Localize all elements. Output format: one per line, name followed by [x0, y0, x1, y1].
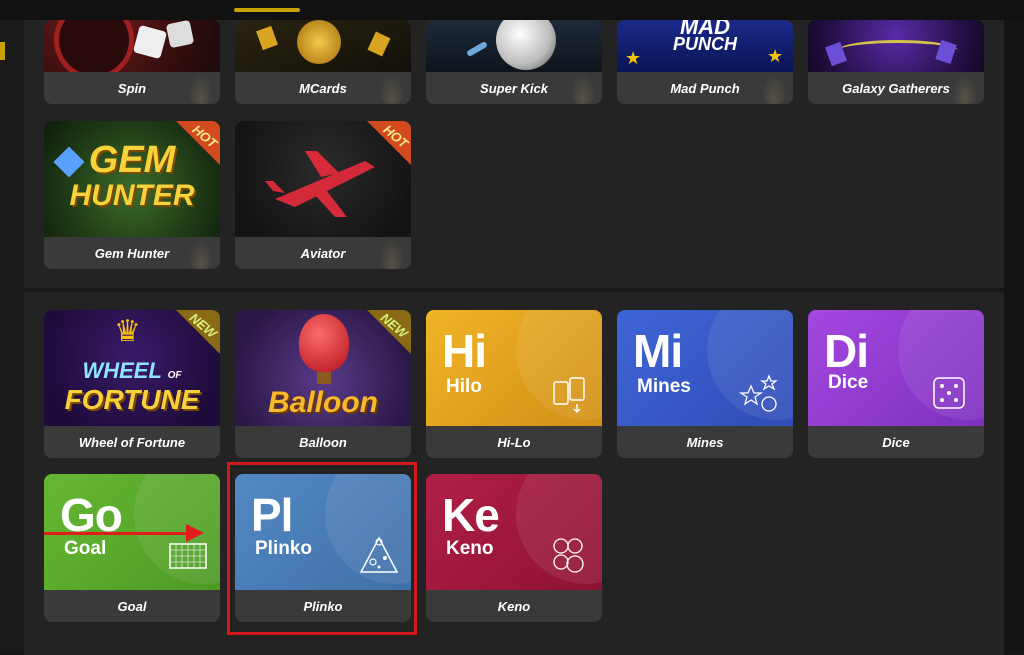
hi-lo-abbr: Hi	[442, 325, 487, 377]
game-card-super-kick[interactable]: Super Kick	[426, 20, 602, 104]
aviator-art: HOT	[235, 121, 411, 237]
keno-abbr: Ke	[442, 489, 500, 541]
flame-icon	[952, 74, 978, 104]
super-kick-art	[426, 20, 602, 72]
game-card-hi-lo[interactable]: Hi Hilo Hi-Lo	[426, 310, 602, 458]
keno-name: Keno	[446, 538, 494, 559]
gold-coins-icon	[297, 20, 341, 64]
wheel-logo-word: WHEEL	[82, 358, 162, 383]
rocket-icon	[465, 40, 489, 58]
keno-art: Ke Keno	[426, 474, 602, 590]
flame-icon	[379, 239, 405, 269]
balloon-logo: Balloon	[268, 386, 378, 419]
game-card-gem-hunter[interactable]: GEM HUNTER HOT Gem Hunter	[44, 121, 220, 269]
game-card-balloon[interactable]: Balloon NEW Balloon	[235, 310, 411, 458]
hot-air-balloon-icon	[299, 314, 349, 372]
game-card-mad-punch[interactable]: MAD PUNCH ★ ★ Mad Punch	[617, 20, 793, 104]
mines-abbr: Mi	[633, 325, 683, 377]
mines-name: Mines	[637, 376, 691, 397]
crown-icon: ♛	[114, 315, 141, 348]
mcards-art	[235, 20, 411, 72]
flame-icon	[761, 74, 787, 104]
game-card-wheel-of-fortune[interactable]: ♛ WHEEL OF FORTUNE NEW Wheel of Fortune	[44, 310, 220, 458]
hilo-cards-icon	[553, 377, 585, 414]
flame-icon	[188, 239, 214, 269]
mines-stars-icon	[739, 374, 778, 412]
spin-art	[44, 20, 220, 72]
game-card-goal[interactable]: Go Goal Goal	[44, 474, 220, 622]
gem-hunter-art: GEM HUNTER HOT	[44, 121, 220, 237]
card-icon	[367, 31, 391, 57]
game-card-label: Goal	[44, 590, 220, 622]
hi-lo-art: Hi Hilo	[426, 310, 602, 426]
top-navigation-bar	[0, 0, 1024, 20]
wheel-logo: WHEEL OF	[44, 358, 220, 384]
plinko-abbr: Pl	[251, 489, 293, 541]
gem-hunter-logo-sub: HUNTER	[69, 179, 195, 212]
dice-icon	[132, 24, 168, 60]
dice-art: Di Dice	[808, 310, 984, 426]
roulette-wheel-icon	[54, 20, 134, 72]
game-card-plinko[interactable]: Pl Plinko Plinko	[235, 474, 411, 622]
annotation-arrow-shaft	[44, 532, 189, 535]
plinko-pyramid-icon	[359, 536, 399, 573]
left-sidebar-rail	[0, 20, 24, 653]
game-card-label: Hi-Lo	[426, 426, 602, 458]
plinko-art: Pl Plinko	[235, 474, 411, 590]
galaxy-gatherers-art	[808, 20, 984, 72]
game-card-label: Plinko	[235, 590, 411, 622]
game-card-mcards[interactable]: MCards	[235, 20, 411, 104]
active-tab-indicator	[234, 8, 300, 12]
game-card-label: Dice	[808, 426, 984, 458]
keno-balls-icon	[553, 538, 584, 573]
game-card-spin[interactable]: Spin	[44, 20, 220, 104]
game-card-label: Wheel of Fortune	[44, 426, 220, 458]
dice-abbr: Di	[824, 325, 869, 377]
game-card-mines[interactable]: Mi Mines Mines	[617, 310, 793, 458]
dice-icon	[165, 20, 195, 49]
game-card-label: Balloon	[235, 426, 411, 458]
flame-icon	[188, 74, 214, 104]
plinko-name: Plinko	[255, 538, 313, 559]
game-card-label: Mines	[617, 426, 793, 458]
star-icon: ★	[767, 46, 784, 66]
flame-icon	[570, 74, 596, 104]
goal-net-icon	[169, 543, 207, 569]
wheel-of-fortune-art: ♛ WHEEL OF FORTUNE NEW	[44, 310, 220, 426]
wheel-logo-of: OF	[167, 370, 182, 381]
game-card-dice[interactable]: Di Dice Dice	[808, 310, 984, 458]
dice-icon	[933, 377, 965, 409]
game-card-galaxy-gatherers[interactable]: Galaxy Gatherers	[808, 20, 984, 104]
mines-art: Mi Mines	[617, 310, 793, 426]
dice-name: Dice	[828, 372, 869, 393]
game-card-aviator[interactable]: HOT Aviator	[235, 121, 411, 269]
balloon-art: Balloon NEW	[235, 310, 411, 426]
hi-lo-name: Hilo	[446, 376, 482, 397]
soccer-ball-icon	[496, 20, 556, 70]
card-icon	[256, 25, 278, 51]
balloon-basket-icon	[317, 372, 331, 384]
annotation-arrow-head	[186, 524, 204, 542]
mad-punch-art: MAD PUNCH ★ ★	[617, 20, 793, 72]
fortune-logo: FORTUNE	[64, 384, 200, 415]
flame-icon	[379, 74, 405, 104]
goal-name: Goal	[64, 538, 107, 559]
game-card-label: Keno	[426, 590, 602, 622]
sidebar-active-marker	[0, 42, 5, 60]
right-scroll-rail[interactable]	[1004, 20, 1024, 653]
star-icon: ★	[625, 48, 642, 68]
game-card-keno[interactable]: Ke Keno Keno	[426, 474, 602, 622]
